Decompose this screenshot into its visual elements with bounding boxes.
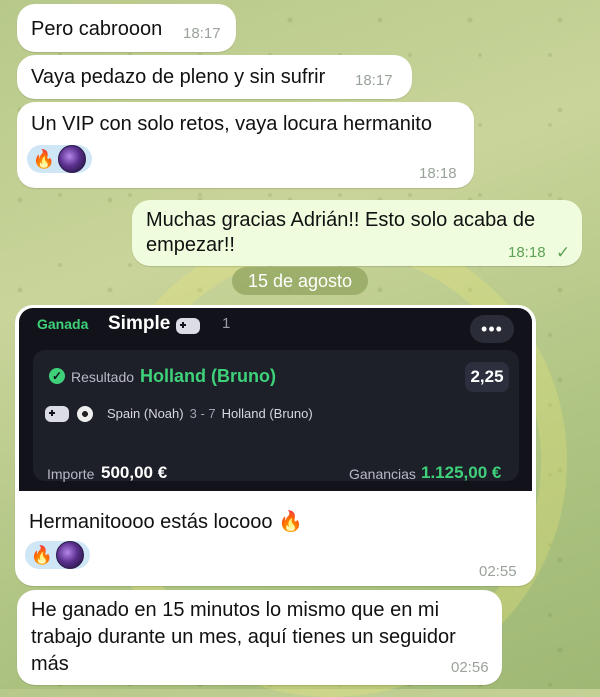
- odds-badge: 2,25: [465, 362, 509, 392]
- fire-emoji-icon[interactable]: 🔥: [33, 148, 55, 170]
- winnings-label: Ganancias: [349, 466, 416, 482]
- gamepad-icon: [176, 318, 200, 334]
- bet-type-label: Simple: [108, 313, 171, 334]
- date-separator: 15 de agosto: [232, 267, 368, 295]
- away-team: Holland (Bruno): [221, 406, 313, 421]
- match-line: Spain (Noah) 3 - 7 Holland (Bruno): [107, 406, 313, 421]
- message-time: 02:55: [479, 563, 517, 580]
- message-text-line3: más: [31, 653, 69, 675]
- winnings-amount: 1.125,00 €: [421, 463, 502, 482]
- bet-slip-header: Ganada Simple 1 •••: [19, 308, 532, 348]
- message-text: Hermanitoooo estás locooo 🔥: [29, 511, 303, 533]
- match-score: 3 - 7: [189, 406, 216, 421]
- bet-slip-card[interactable]: Ganada Simple 1 ••• ✓ Resultado Holland …: [19, 308, 532, 491]
- message-bubble[interactable]: He ganado en 15 minutos lo mismo que en …: [17, 590, 502, 685]
- avatar: [56, 541, 84, 569]
- check-circle-icon: ✓: [49, 368, 65, 384]
- selection-count: 1: [222, 315, 231, 332]
- fire-emoji-icon[interactable]: 🔥: [31, 544, 53, 566]
- bet-status-badge: Ganada: [37, 316, 89, 332]
- message-text: Un VIP con solo retos, vaya locura herma…: [31, 113, 432, 135]
- avatar: [58, 145, 86, 173]
- message-text: Pero cabrooon: [31, 18, 163, 40]
- reactions-bar[interactable]: 🔥: [25, 541, 90, 569]
- message-time: 18:17: [183, 25, 221, 42]
- soccer-ball-icon: [77, 406, 93, 422]
- message-bubble[interactable]: Pero cabrooon 18:17: [17, 4, 236, 52]
- home-team: Spain (Noah): [107, 406, 184, 421]
- message-text-line2: trabajo durante un mes, aquí tienes un s…: [31, 626, 456, 648]
- message-bubble[interactable]: Un VIP con solo retos, vaya locura herma…: [17, 102, 474, 188]
- result-label: Resultado: [71, 369, 135, 385]
- message-time: 02:56: [451, 659, 489, 676]
- gamepad-icon: [45, 406, 69, 422]
- message-time: 18:18: [419, 165, 457, 182]
- message-text: Vaya pedazo de pleno y sin sufrir: [31, 66, 326, 88]
- bet-selection: ✓ Resultado Holland (Bruno) 2,25 Spain (…: [33, 350, 519, 482]
- message-text-line2: empezar!!: [146, 234, 235, 256]
- more-options-button[interactable]: •••: [470, 315, 514, 343]
- reactions-bar[interactable]: 🔥: [27, 145, 92, 173]
- message-text-line1: Muchas gracias Adrián!! Esto solo acaba …: [146, 209, 536, 231]
- message-time: 18:18: [508, 244, 546, 261]
- message-bubble-outgoing[interactable]: Muchas gracias Adrián!! Esto solo acaba …: [132, 200, 582, 266]
- message-bubble[interactable]: Vaya pedazo de pleno y sin sufrir 18:17: [17, 55, 412, 99]
- result-pick: Holland (Bruno): [140, 366, 276, 386]
- message-time: 18:17: [355, 72, 393, 89]
- stake-label: Importe: [47, 466, 95, 482]
- read-check-icon: ✓: [556, 243, 571, 262]
- message-text-line1: He ganado en 15 minutos lo mismo que en …: [31, 599, 440, 621]
- stake-amount: 500,00 €: [101, 463, 168, 482]
